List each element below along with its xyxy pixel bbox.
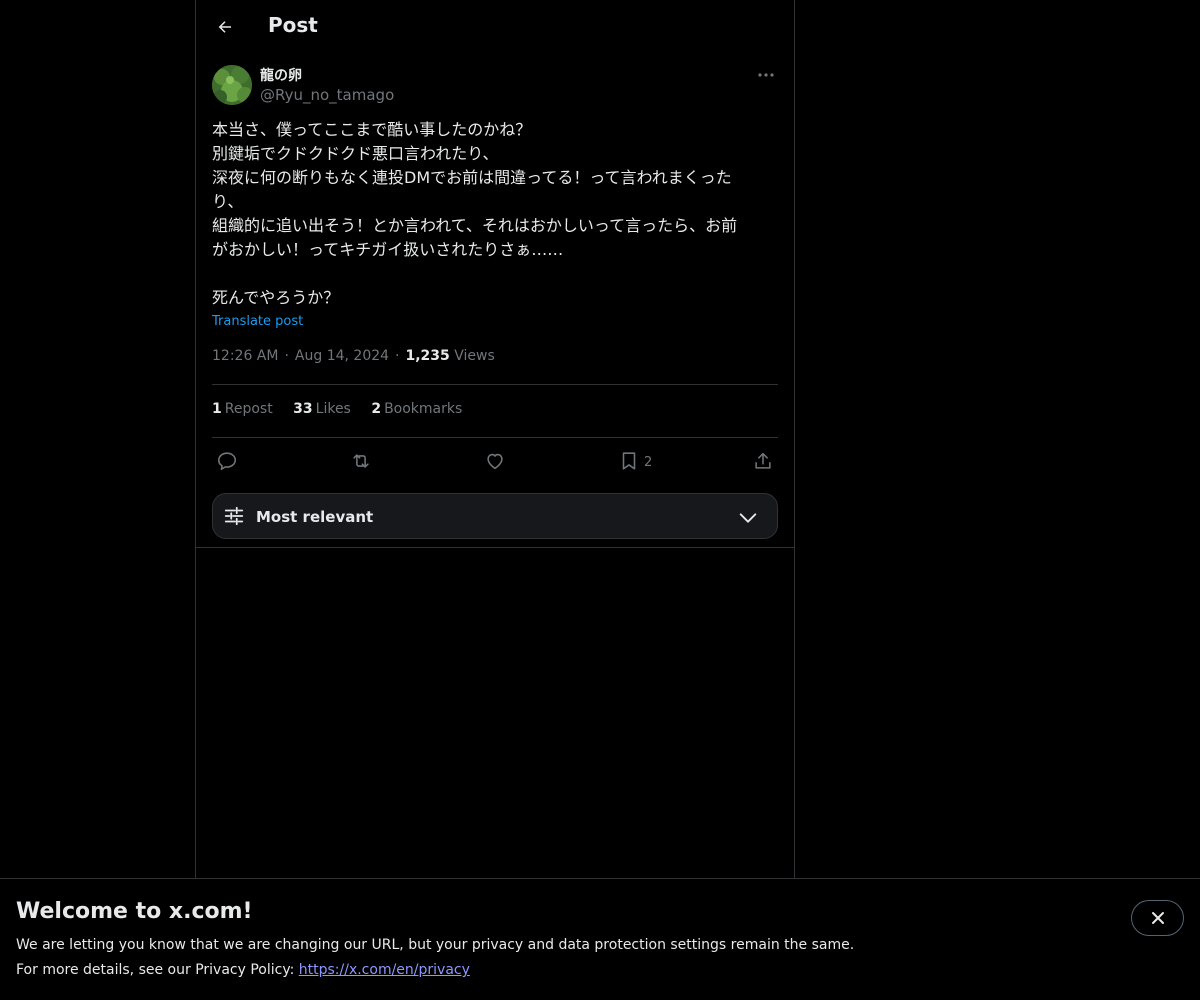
post-line: 本当さ、僕ってここまで酷い事したのかね？	[212, 120, 532, 139]
back-button[interactable]	[210, 12, 240, 42]
post-line: 別鍵垢でクドクドクド悪口言われたり、	[212, 144, 499, 163]
post-time[interactable]: 12:26 AM	[212, 348, 278, 364]
post-line: 死んでやろうか？	[212, 288, 340, 307]
bookmarks-label: Bookmarks	[384, 401, 463, 417]
like-button[interactable]	[484, 448, 506, 474]
bookmarks-stat[interactable]: 2 Bookmarks	[371, 401, 462, 417]
divider	[212, 437, 778, 438]
share-button[interactable]	[752, 448, 774, 474]
display-name[interactable]: 龍の卵	[260, 65, 302, 85]
likes-label: Likes	[315, 401, 351, 417]
post-author: 龍の卵 @Ryu_no_tamago	[212, 65, 778, 109]
post-line	[212, 262, 778, 286]
url-change-banner: Welcome to x.com! We are letting you kno…	[0, 878, 1200, 1000]
banner-policy-prefix: For more details, see our Privacy Policy…	[16, 962, 299, 978]
bookmark-button[interactable]: 2	[618, 448, 652, 474]
reposts-count: 1	[212, 401, 222, 417]
close-icon	[1151, 912, 1164, 924]
post-meta: 12:26 AM · Aug 14, 2024 · 1,235 Views	[212, 348, 495, 364]
privacy-policy-link[interactable]: https://x.com/en/privacy	[299, 962, 470, 978]
bookmarks-count: 2	[371, 401, 382, 417]
like-icon	[487, 453, 503, 470]
divider	[196, 547, 794, 548]
close-banner-button[interactable]	[1131, 900, 1184, 936]
post-date[interactable]: Aug 14, 2024	[295, 348, 389, 364]
post-line: り、	[212, 192, 244, 211]
post-text: 本当さ、僕ってここまで酷い事したのかね？ 別鍵垢でクドクドクド悪口言われたり、 …	[212, 118, 778, 310]
post-stats: 1 Repost 33 Likes 2 Bookmarks	[212, 401, 478, 417]
post-actions: 2	[212, 448, 778, 476]
views-label: Views	[454, 348, 495, 364]
main-column: Post 龍の卵 @Ryu_no_tamago 本当さ、僕ってここまで酷い事した…	[195, 0, 795, 1000]
translate-post-link[interactable]: Translate post	[212, 314, 303, 329]
separator: ·	[395, 348, 400, 364]
reposts-stat[interactable]: 1 Repost	[212, 401, 273, 417]
bookmark-count: 2	[644, 455, 653, 470]
share-icon	[755, 452, 771, 469]
likes-count: 33	[293, 401, 313, 417]
avatar-image	[212, 65, 252, 105]
reply-button[interactable]	[216, 448, 238, 474]
more-dots-icon	[758, 73, 774, 77]
post-line: がおかしい！ってキチガイ扱いされたりさぁ……	[212, 240, 564, 259]
filter-sliders-icon	[224, 506, 244, 526]
post-line: 組織的に追い出そう！とか言われて、それはおかしいって言ったら、お前	[212, 216, 738, 235]
banner-policy-line: For more details, see our Privacy Policy…	[16, 962, 470, 978]
reply-icon	[217, 452, 237, 471]
separator: ·	[284, 348, 289, 364]
banner-message: We are letting you know that we are chan…	[16, 937, 855, 953]
page-title: Post	[268, 13, 318, 37]
banner-title: Welcome to x.com!	[16, 899, 253, 924]
views-count: 1,235	[405, 348, 450, 364]
more-options-button[interactable]	[754, 65, 778, 85]
sort-replies-dropdown[interactable]: Most relevant	[212, 493, 778, 539]
divider	[212, 384, 778, 385]
reposts-label: Repost	[224, 401, 273, 417]
repost-icon	[353, 454, 369, 468]
sort-label: Most relevant	[256, 508, 374, 526]
user-handle[interactable]: @Ryu_no_tamago	[260, 86, 394, 104]
chevron-down-icon	[739, 513, 757, 523]
bookmark-icon	[622, 452, 636, 470]
post-header: Post	[196, 0, 794, 54]
back-arrow-icon	[218, 21, 231, 33]
repost-button[interactable]	[350, 448, 372, 474]
post-line: 深夜に何の断りもなく連投DMでお前は間違ってる！って言われまくった	[212, 168, 732, 187]
avatar[interactable]	[212, 65, 252, 105]
likes-stat[interactable]: 33 Likes	[293, 401, 351, 417]
